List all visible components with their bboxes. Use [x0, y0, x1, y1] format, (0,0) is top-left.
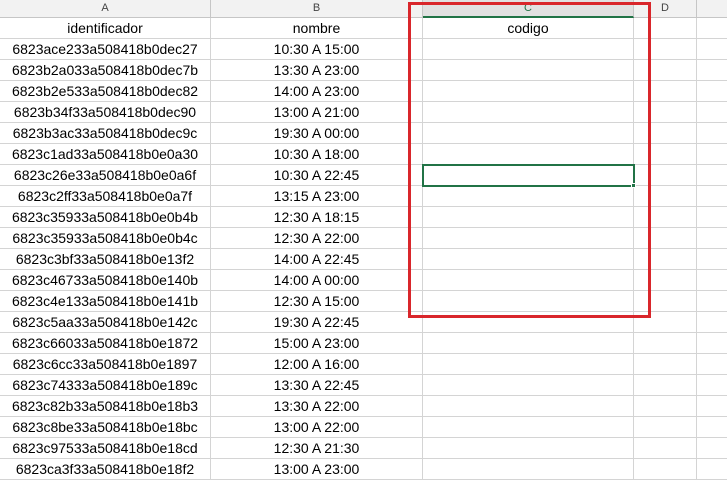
cell-nombre[interactable]: 14:00 A 22:45 — [211, 249, 423, 269]
cell-identificador[interactable]: 6823b3ac33a508418b0dec9c — [0, 123, 211, 143]
cell-identificador[interactable]: 6823c74333a508418b0e189c — [0, 375, 211, 395]
cell-codigo[interactable] — [423, 333, 634, 353]
cell-nombre[interactable]: 14:00 A 23:00 — [211, 81, 423, 101]
cell-nombre[interactable]: 10:30 A 18:00 — [211, 144, 423, 164]
cell-e[interactable] — [697, 60, 727, 80]
cell-identificador[interactable]: 6823b2a033a508418b0dec7b — [0, 60, 211, 80]
cell-nombre[interactable]: 12:30 A 18:15 — [211, 207, 423, 227]
spreadsheet: A B C D identificador nombre codigo 6823… — [0, 0, 727, 485]
cell-d[interactable] — [634, 417, 697, 437]
highlight-annotation-box — [408, 2, 651, 318]
cell-codigo[interactable] — [423, 375, 634, 395]
cell-nombre[interactable]: 14:00 A 00:00 — [211, 270, 423, 290]
cell-e[interactable] — [697, 228, 727, 248]
cell-e[interactable] — [697, 270, 727, 290]
column-header-b[interactable]: B — [211, 0, 423, 17]
table-row: 6823c97533a508418b0e18cd 12:30 A 21:30 — [0, 438, 727, 459]
cell-nombre[interactable]: 10:30 A 15:00 — [211, 39, 423, 59]
cell-identificador[interactable]: 6823b2e533a508418b0dec82 — [0, 81, 211, 101]
cell-e[interactable] — [697, 312, 727, 332]
cell-nombre[interactable]: 12:30 A 15:00 — [211, 291, 423, 311]
cell-nombre[interactable]: 10:30 A 22:45 — [211, 165, 423, 185]
cell-nombre[interactable]: 19:30 A 00:00 — [211, 123, 423, 143]
cell-d[interactable] — [634, 438, 697, 458]
cell-nombre[interactable]: 13:00 A 21:00 — [211, 102, 423, 122]
table-row: 6823c6cc33a508418b0e1897 12:00 A 16:00 — [0, 354, 727, 375]
cell-e[interactable] — [697, 102, 727, 122]
cell-identificador[interactable]: 6823c8be33a508418b0e18bc — [0, 417, 211, 437]
table-row: 6823ca3f33a508418b0e18f2 13:00 A 23:00 — [0, 459, 727, 480]
cell-e[interactable] — [697, 165, 727, 185]
table-row: 6823c66033a508418b0e1872 15:00 A 23:00 — [0, 333, 727, 354]
cell-e[interactable] — [697, 123, 727, 143]
cell-identificador[interactable]: 6823c26e33a508418b0e0a6f — [0, 165, 211, 185]
column-header-a[interactable]: A — [0, 0, 211, 17]
cell-e[interactable] — [697, 144, 727, 164]
cell-e[interactable] — [697, 375, 727, 395]
cell-identificador[interactable]: 6823c5aa33a508418b0e142c — [0, 312, 211, 332]
cell-codigo[interactable] — [423, 417, 634, 437]
cell-e1[interactable] — [697, 18, 727, 38]
cell-nombre[interactable]: 13:00 A 23:00 — [211, 459, 423, 479]
cell-nombre[interactable]: 15:00 A 23:00 — [211, 333, 423, 353]
cell-codigo[interactable] — [423, 396, 634, 416]
cell-nombre[interactable]: 13:00 A 22:00 — [211, 417, 423, 437]
cell-identificador[interactable]: 6823c2ff33a508418b0e0a7f — [0, 186, 211, 206]
cell-a1[interactable]: identificador — [0, 18, 211, 38]
cell-codigo[interactable] — [423, 438, 634, 458]
cell-d[interactable] — [634, 459, 697, 479]
cell-b1[interactable]: nombre — [211, 18, 423, 38]
cell-d[interactable] — [634, 354, 697, 374]
cell-identificador[interactable]: 6823c35933a508418b0e0b4b — [0, 207, 211, 227]
table-row: 6823c82b33a508418b0e18b3 13:30 A 22:00 — [0, 396, 727, 417]
cell-identificador[interactable]: 6823c46733a508418b0e140b — [0, 270, 211, 290]
cell-e[interactable] — [697, 333, 727, 353]
cell-identificador[interactable]: 6823c4e133a508418b0e141b — [0, 291, 211, 311]
cell-e[interactable] — [697, 39, 727, 59]
cell-nombre[interactable]: 13:15 A 23:00 — [211, 186, 423, 206]
cell-identificador[interactable]: 6823c97533a508418b0e18cd — [0, 438, 211, 458]
cell-nombre[interactable]: 12:00 A 16:00 — [211, 354, 423, 374]
table-row: 6823c8be33a508418b0e18bc 13:00 A 22:00 — [0, 417, 727, 438]
cell-nombre[interactable]: 19:30 A 22:45 — [211, 312, 423, 332]
cell-e[interactable] — [697, 207, 727, 227]
column-header-e[interactable] — [697, 0, 727, 17]
cell-codigo[interactable] — [423, 354, 634, 374]
cell-identificador[interactable]: 6823c1ad33a508418b0e0a30 — [0, 144, 211, 164]
cell-nombre[interactable]: 13:30 A 23:00 — [211, 60, 423, 80]
cell-nombre[interactable]: 13:30 A 22:00 — [211, 396, 423, 416]
cell-nombre[interactable]: 12:30 A 22:00 — [211, 228, 423, 248]
cell-identificador[interactable]: 6823c66033a508418b0e1872 — [0, 333, 211, 353]
cell-identificador[interactable]: 6823c3bf33a508418b0e13f2 — [0, 249, 211, 269]
cell-d[interactable] — [634, 333, 697, 353]
cell-e[interactable] — [697, 354, 727, 374]
cell-identificador[interactable]: 6823ca3f33a508418b0e18f2 — [0, 459, 211, 479]
cell-e[interactable] — [697, 186, 727, 206]
cell-e[interactable] — [697, 291, 727, 311]
cell-e[interactable] — [697, 438, 727, 458]
cell-nombre[interactable]: 13:30 A 22:45 — [211, 375, 423, 395]
cell-d[interactable] — [634, 375, 697, 395]
cell-codigo[interactable] — [423, 459, 634, 479]
cell-identificador[interactable]: 6823c82b33a508418b0e18b3 — [0, 396, 211, 416]
cell-identificador[interactable]: 6823ace233a508418b0dec27 — [0, 39, 211, 59]
cell-e[interactable] — [697, 459, 727, 479]
cell-nombre[interactable]: 12:30 A 21:30 — [211, 438, 423, 458]
cell-e[interactable] — [697, 396, 727, 416]
cell-identificador[interactable]: 6823c35933a508418b0e0b4c — [0, 228, 211, 248]
cell-e[interactable] — [697, 249, 727, 269]
cell-e[interactable] — [697, 417, 727, 437]
cell-d[interactable] — [634, 396, 697, 416]
cell-e[interactable] — [697, 81, 727, 101]
table-row: 6823c74333a508418b0e189c 13:30 A 22:45 — [0, 375, 727, 396]
cell-identificador[interactable]: 6823c6cc33a508418b0e1897 — [0, 354, 211, 374]
cell-identificador[interactable]: 6823b34f33a508418b0dec90 — [0, 102, 211, 122]
